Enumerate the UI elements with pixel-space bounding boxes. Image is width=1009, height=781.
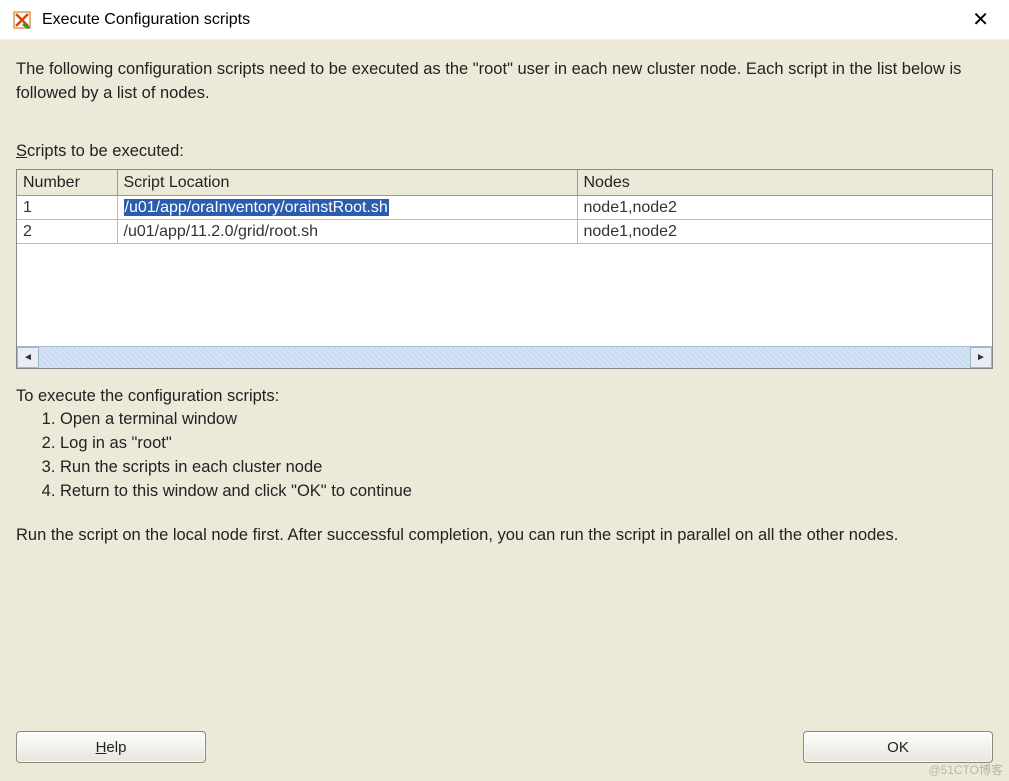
table-row[interactable]: 1/u01/app/oraInventory/orainstRoot.shnod… bbox=[17, 196, 992, 220]
cell-location[interactable]: /u01/app/11.2.0/grid/root.sh bbox=[117, 220, 577, 244]
col-number[interactable]: Number bbox=[17, 170, 117, 196]
scroll-track[interactable] bbox=[39, 347, 970, 368]
col-nodes[interactable]: Nodes bbox=[577, 170, 992, 196]
cell-number[interactable]: 1 bbox=[17, 196, 117, 220]
titlebar: Execute Configuration scripts ✕ bbox=[0, 0, 1009, 40]
cell-location[interactable]: /u01/app/oraInventory/orainstRoot.sh bbox=[117, 196, 577, 220]
list-item: Return to this window and click "OK" to … bbox=[60, 480, 993, 504]
final-note: Run the script on the local node first. … bbox=[16, 524, 993, 548]
button-row: Help OK bbox=[16, 731, 993, 763]
col-location[interactable]: Script Location bbox=[117, 170, 577, 196]
watermark: @51CTO博客 bbox=[928, 761, 1003, 778]
intro-text: The following configuration scripts need… bbox=[16, 58, 993, 106]
app-icon bbox=[12, 10, 32, 30]
scripts-label: Scripts to be executed: bbox=[16, 142, 993, 161]
scripts-table[interactable]: Number Script Location Nodes 1/u01/app/o… bbox=[17, 170, 992, 245]
list-item: Run the scripts in each cluster node bbox=[60, 456, 993, 480]
cell-number[interactable]: 2 bbox=[17, 220, 117, 244]
scripts-table-scroll[interactable]: Number Script Location Nodes 1/u01/app/o… bbox=[17, 170, 992, 346]
table-row[interactable]: 2/u01/app/11.2.0/grid/root.shnode1,node2 bbox=[17, 220, 992, 244]
dialog-body: The following configuration scripts need… bbox=[0, 40, 1009, 781]
cell-nodes[interactable]: node1,node2 bbox=[577, 196, 992, 220]
instructions-heading: To execute the configuration scripts: bbox=[16, 387, 993, 406]
cell-nodes[interactable]: node1,node2 bbox=[577, 220, 992, 244]
help-button[interactable]: Help bbox=[16, 731, 206, 763]
scroll-left-icon[interactable]: ◄ bbox=[17, 347, 39, 368]
list-item: Open a terminal window bbox=[60, 408, 993, 432]
window-title: Execute Configuration scripts bbox=[42, 11, 964, 29]
scroll-right-icon[interactable]: ► bbox=[970, 347, 992, 368]
instructions-list: Open a terminal windowLog in as "root"Ru… bbox=[16, 408, 993, 504]
list-item: Log in as "root" bbox=[60, 432, 993, 456]
horizontal-scrollbar[interactable]: ◄ ► bbox=[17, 346, 992, 368]
scripts-table-wrapper: Number Script Location Nodes 1/u01/app/o… bbox=[16, 169, 993, 369]
ok-button[interactable]: OK bbox=[803, 731, 993, 763]
close-icon[interactable]: ✕ bbox=[964, 7, 997, 32]
